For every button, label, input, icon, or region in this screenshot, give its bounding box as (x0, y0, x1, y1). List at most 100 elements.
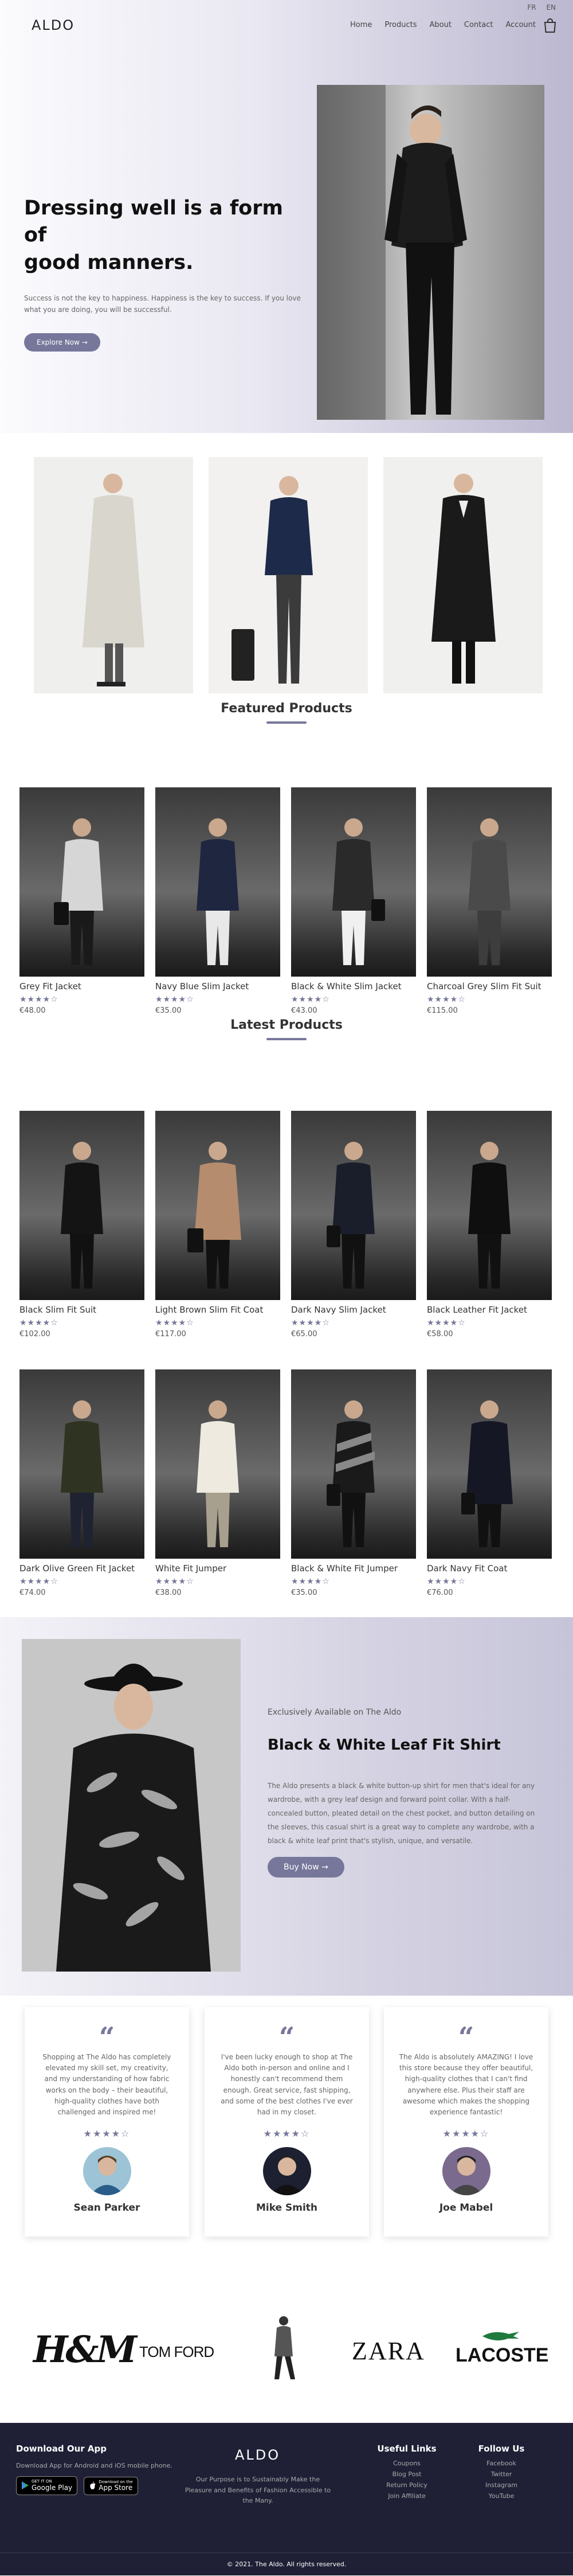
avatar (83, 2147, 131, 2196)
product-card[interactable]: Navy Blue Slim Jacket ★★★★☆ €35.00 (155, 787, 280, 1015)
product-name[interactable]: Dark Navy Slim Jacket (291, 1305, 416, 1315)
product-image[interactable] (155, 1369, 280, 1559)
nav-products[interactable]: Products (384, 21, 417, 29)
product-image[interactable] (291, 1111, 416, 1300)
product-name[interactable]: Black & White Fit Jumper (291, 1563, 416, 1574)
rating-stars: ★★★★☆ (155, 1577, 194, 1586)
avatar (262, 2147, 311, 2196)
rating-stars: ★★★★☆ (442, 2128, 490, 2140)
product-price: €102.00 (19, 1330, 50, 1338)
footer-logo[interactable]: ALDO (235, 2447, 280, 2463)
model-velvet-jacket-image[interactable] (209, 457, 368, 693)
top-navbar: ALDO Home Products About Contact Account (0, 17, 573, 34)
link-coupons[interactable]: Coupons (372, 2460, 441, 2467)
product-card[interactable]: Dark Olive Green Fit Jacket ★★★★☆ €74.00 (19, 1369, 144, 1597)
product-name[interactable]: Charcoal Grey Slim Fit Suit (427, 981, 552, 992)
featured-products-section: Featured Products Grey Fit Jacket ★★★★☆ … (0, 662, 573, 1015)
brand-hm-logo[interactable]: H&M (33, 2328, 137, 2371)
latest-products-section: Latest Products Black Slim Fit Suit ★★★★… (0, 1001, 573, 1617)
nav-contact[interactable]: Contact (464, 21, 493, 29)
shopping-bag-icon[interactable] (543, 17, 557, 33)
footer: Download Our App Download App for Androi… (0, 2423, 573, 2575)
product-name[interactable]: Light Brown Slim Fit Coat (155, 1305, 280, 1315)
product-card[interactable]: Light Brown Slim Fit Coat ★★★★☆ €117.00 (155, 1111, 280, 1338)
link-instagram[interactable]: Instagram (470, 2481, 533, 2489)
product-name[interactable]: Dark Olive Green Fit Jacket (19, 1563, 144, 1574)
logo[interactable]: ALDO (32, 17, 74, 33)
product-card[interactable]: Charcoal Grey Slim Fit Suit ★★★★☆ €115.0… (427, 787, 552, 1015)
brands-section: H&M TOM FORD ZARA LACOSTE (0, 2265, 573, 2423)
buy-now-button[interactable]: Buy Now → (268, 1857, 344, 1878)
collection-showcase (0, 433, 573, 693)
product-image[interactable] (155, 1111, 280, 1300)
testimonial-text: Shopping at The Aldo has completely elev… (42, 2053, 171, 2116)
model-black-coat-image[interactable] (383, 457, 543, 693)
product-card[interactable]: Dark Navy Slim Jacket ★★★★☆ €65.00 (291, 1111, 416, 1338)
lang-fr[interactable]: FR (527, 3, 536, 11)
product-image[interactable] (427, 1111, 552, 1300)
nav-about[interactable]: About (429, 21, 451, 29)
testimonial-name: Sean Parker (73, 2202, 140, 2214)
google-play-button[interactable]: GET IT ON Google Play (16, 2476, 78, 2495)
model-white-coat-image[interactable] (34, 457, 193, 693)
exclusive-label: Exclusively Available on The Aldo (268, 1708, 402, 1717)
product-name[interactable]: Black & White Slim Jacket (291, 981, 416, 992)
product-card[interactable]: Dark Navy Fit Coat ★★★★☆ €76.00 (427, 1369, 552, 1597)
product-card[interactable]: Grey Fit Jacket ★★★★☆ €48.00 (19, 787, 144, 1015)
testimonial-name: Mike Smith (256, 2202, 318, 2214)
product-image[interactable] (155, 787, 280, 977)
product-name[interactable]: Black Slim Fit Suit (19, 1305, 144, 1315)
nav-account[interactable]: Account (506, 21, 536, 29)
product-image[interactable] (19, 787, 144, 977)
product-card[interactable]: Black Slim Fit Suit ★★★★☆ €102.00 (19, 1111, 144, 1338)
exclusive-product-image[interactable] (22, 1639, 241, 1972)
rating-stars: ★★★★☆ (427, 1577, 466, 1586)
link-blog-post[interactable]: Blog Post (372, 2470, 441, 2478)
product-image[interactable] (19, 1369, 144, 1559)
download-heading: Download Our App (16, 2444, 107, 2454)
link-youtube[interactable]: YouTube (470, 2492, 533, 2500)
crocodile-icon (482, 2332, 519, 2341)
product-image[interactable] (291, 787, 416, 977)
product-name[interactable]: Dark Navy Fit Coat (427, 1563, 552, 1574)
link-join-affiliate[interactable]: Join Affiliate (372, 2492, 441, 2500)
product-card[interactable]: Black & White Slim Jacket ★★★★☆ €43.00 (291, 787, 416, 1015)
product-card[interactable]: Black & White Fit Jumper ★★★★☆ €35.00 (291, 1369, 416, 1597)
product-price: €65.00 (291, 1330, 317, 1338)
product-name[interactable]: Black Leather Fit Jacket (427, 1305, 552, 1315)
link-return-policy[interactable]: Return Policy (372, 2481, 441, 2489)
testimonial-name: Joe Mabel (439, 2202, 493, 2214)
brand-lacoste-logo[interactable]: LACOSTE (456, 2328, 548, 2366)
product-card[interactable]: White Fit Jumper ★★★★☆ €38.00 (155, 1369, 280, 1597)
download-app-column: Download Our App Download App for Androi… (16, 2444, 176, 2496)
footer-about: Our Purpose is to Sustainably Make the P… (185, 2476, 331, 2505)
product-name[interactable]: White Fit Jumper (155, 1563, 280, 1574)
product-image[interactable] (19, 1111, 144, 1300)
link-twitter[interactable]: Twitter (470, 2470, 533, 2478)
product-image[interactable] (427, 787, 552, 977)
rating-stars: ★★★★☆ (263, 2128, 311, 2140)
hero-section: FR EN ALDO Home Products About Contact A… (0, 0, 573, 433)
download-subtitle: Download App for Android and iOS mobile … (16, 2462, 172, 2469)
useful-links-heading: Useful Links (377, 2444, 437, 2454)
explore-now-button[interactable]: Explore Now → (24, 333, 100, 352)
rating-stars: ★★★★☆ (427, 1318, 466, 1328)
product-name[interactable]: Grey Fit Jacket (19, 981, 144, 992)
nav-home[interactable]: Home (350, 21, 372, 29)
hero-subtitle: Success is not the key to happiness. Hap… (24, 294, 301, 314)
hero-text: Dressing well is a form of good manners.… (24, 195, 311, 352)
testimonial-card: “ Shopping at The Aldo has completely el… (25, 2007, 189, 2237)
link-facebook[interactable]: Facebook (470, 2460, 533, 2467)
main-menu: Home Products About Contact Account (350, 21, 536, 29)
product-price: €74.00 (19, 1588, 46, 1597)
brand-tomford-logo[interactable]: TOM FORD (139, 2343, 214, 2361)
product-card[interactable]: Black Leather Fit Jacket ★★★★☆ €58.00 (427, 1111, 552, 1338)
product-image[interactable] (291, 1369, 416, 1559)
product-price: €76.00 (427, 1588, 453, 1597)
lang-en[interactable]: EN (546, 3, 556, 11)
app-store-button[interactable]: Download on the App Store (84, 2476, 138, 2496)
product-name[interactable]: Navy Blue Slim Jacket (155, 981, 280, 992)
brand-zara-logo[interactable]: ZARA (352, 2336, 425, 2366)
product-image[interactable] (427, 1369, 552, 1559)
heading-underline (266, 721, 307, 724)
